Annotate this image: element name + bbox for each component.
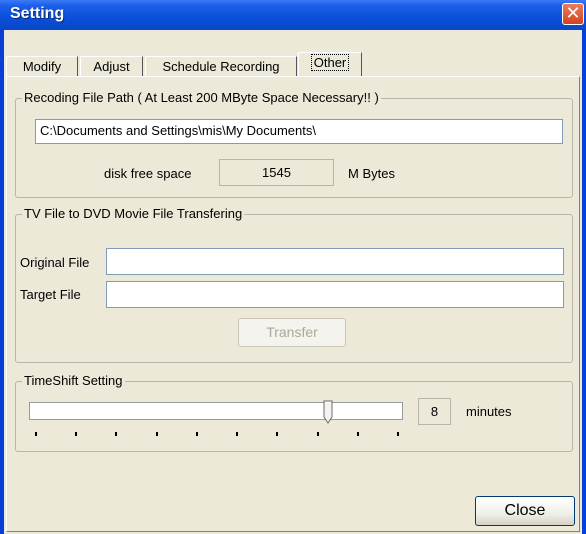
disk-free-space-value: 1545: [219, 159, 334, 186]
slider-tick: [196, 432, 198, 436]
tab-adjust-label: Adjust: [93, 59, 130, 74]
slider-tick: [35, 432, 37, 436]
slider-thumb-icon[interactable]: [323, 400, 333, 424]
slider-tick: [236, 432, 238, 436]
recording-path-input[interactable]: C:\Documents and Settings\mis\My Documen…: [35, 119, 563, 144]
window-title: Setting: [10, 5, 65, 22]
slider-tick: [317, 432, 319, 436]
timeshift-group-label: TimeShift Setting: [22, 373, 125, 388]
dvd-transfer-group: TV File to DVD Movie File Transfering Or…: [15, 206, 573, 363]
transfer-button[interactable]: Transfer: [238, 318, 346, 347]
setting-window: Setting ✕ Modify Adjust Schedule Recordi…: [0, 0, 586, 534]
tab-adjust[interactable]: Adjust: [80, 56, 143, 76]
title-bar[interactable]: Setting ✕: [0, 0, 586, 30]
slider-tick: [357, 432, 359, 436]
timeshift-unit: minutes: [466, 404, 512, 419]
slider-tick: [397, 432, 399, 436]
original-file-input[interactable]: [106, 248, 564, 275]
target-file-label: Target File: [20, 287, 81, 302]
close-x-icon[interactable]: ✕: [562, 3, 584, 25]
recording-path-group-label: Recoding File Path ( At Least 200 MByte …: [22, 90, 381, 105]
dialog-client: Modify Adjust Schedule Recording Other R…: [4, 30, 582, 534]
disk-free-space-label: disk free space: [104, 166, 192, 181]
close-button[interactable]: Close: [475, 496, 575, 526]
timeshift-group: TimeShift Setting 8 minutes: [15, 373, 573, 452]
timeshift-slider-track[interactable]: [29, 402, 403, 420]
target-file-input[interactable]: [106, 281, 564, 308]
tab-other-label: Other: [310, 54, 350, 71]
tab-schedule-recording-label: Schedule Recording: [162, 59, 280, 74]
tab-schedule-recording[interactable]: Schedule Recording: [145, 56, 297, 76]
slider-tick: [276, 432, 278, 436]
tab-panel-other: Recoding File Path ( At Least 200 MByte …: [6, 76, 580, 532]
slider-tick: [115, 432, 117, 436]
recording-path-group: Recoding File Path ( At Least 200 MByte …: [15, 90, 573, 198]
slider-tick: [75, 432, 77, 436]
tab-other[interactable]: Other: [298, 52, 362, 76]
slider-tick: [156, 432, 158, 436]
timeshift-value: 8: [418, 398, 451, 425]
disk-free-space-unit: M Bytes: [348, 166, 395, 181]
tab-modify[interactable]: Modify: [6, 56, 78, 76]
dvd-transfer-group-label: TV File to DVD Movie File Transfering: [22, 206, 245, 221]
tab-modify-label: Modify: [22, 59, 62, 74]
original-file-label: Original File: [20, 255, 90, 270]
